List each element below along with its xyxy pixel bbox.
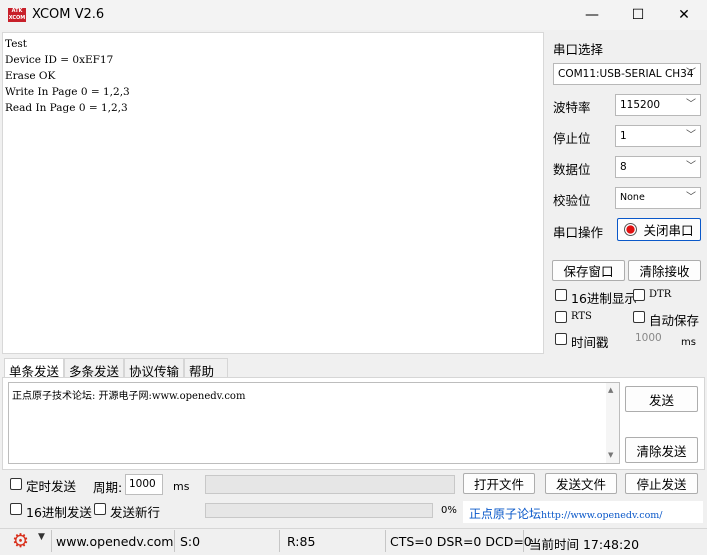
status-separator <box>174 530 175 552</box>
tab-protocol[interactable]: 协议传输 <box>124 358 185 379</box>
hex-display-checkbox[interactable] <box>555 289 567 301</box>
scroll-down-icon[interactable]: ▼ <box>608 451 613 459</box>
close-window-button[interactable]: ✕ <box>661 0 707 30</box>
tab-multi-send[interactable]: 多条发送 <box>64 358 125 379</box>
timestamp-input[interactable]: 1000 <box>629 329 677 349</box>
window-title: XCOM V2.6 <box>32 7 105 22</box>
timestamp-checkbox[interactable] <box>555 333 567 345</box>
period-input[interactable]: 1000 <box>125 474 163 495</box>
app-logo: ATK XCOM <box>8 8 26 22</box>
status-website[interactable]: www.openedv.com <box>56 534 173 549</box>
chevron-down-icon: ﹀ <box>686 161 696 172</box>
close-port-label: 关闭串口 <box>643 223 694 238</box>
timed-send-checkbox[interactable] <box>10 478 22 490</box>
chevron-down-icon: ﹀ <box>686 68 696 79</box>
chevron-down-icon: ﹀ <box>686 130 696 141</box>
stopbits-select-value: 1 <box>620 130 627 142</box>
clear-send-button[interactable]: 清除发送 <box>625 437 698 463</box>
send-input-bar <box>205 475 455 494</box>
record-icon <box>624 223 638 236</box>
parity-label: 校验位 <box>553 193 591 208</box>
baud-label: 波特率 <box>553 100 591 115</box>
status-separator <box>523 530 524 552</box>
stopbits-label: 停止位 <box>553 131 591 146</box>
status-lines: CTS=0 DSR=0 DCD=0 <box>390 534 532 549</box>
status-sent-count: S:0 <box>180 534 201 549</box>
timestamp-label: 时间戳 <box>571 335 609 350</box>
dropdown-arrow-icon[interactable]: ▼ <box>38 532 45 542</box>
timestamp-unit: ms <box>681 337 696 348</box>
forum-link[interactable]: 正点原子论坛http://www.openedv.com/ <box>463 501 703 523</box>
dtr-checkbox[interactable] <box>633 289 645 301</box>
forum-url: http://www.openedv.com/ <box>541 510 663 521</box>
auto-save-label: 自动保存 <box>649 313 700 328</box>
timed-send-label: 定时发送 <box>26 479 77 494</box>
hex-display-label: 16进制显示 <box>571 291 637 306</box>
send-button[interactable]: 发送 <box>625 386 698 412</box>
period-unit: ms <box>173 480 190 493</box>
databits-select[interactable]: 8 ﹀ <box>615 156 701 178</box>
maximize-button[interactable]: ☐ <box>615 0 661 30</box>
open-file-button[interactable]: 打开文件 <box>463 473 535 494</box>
parity-select[interactable]: None ﹀ <box>615 187 701 209</box>
baud-select[interactable]: 115200 ﹀ <box>615 94 701 116</box>
clear-receive-button[interactable]: 清除接收 <box>628 260 701 281</box>
status-separator <box>279 530 280 552</box>
port-select[interactable]: COM11:USB-SERIAL CH34 ﹀ <box>553 63 701 85</box>
close-port-button[interactable]: 关闭串口 <box>617 218 701 241</box>
receive-textarea[interactable]: Test Device ID = 0xEF17 Erase OK Write I… <box>2 32 544 354</box>
status-separator <box>385 530 386 552</box>
dtr-label: DTR <box>649 289 672 300</box>
baud-select-value: 115200 <box>620 99 661 111</box>
hex-send-label: 16进制发送 <box>26 505 92 520</box>
port-select-label: 串口选择 <box>553 42 604 57</box>
rts-label: RTS <box>571 311 592 322</box>
period-label: 周期: <box>93 480 123 495</box>
forum-label: 正点原子论坛 <box>469 507 542 521</box>
auto-save-checkbox[interactable] <box>633 311 645 323</box>
status-time: 当前时间 17:48:20 <box>529 537 640 552</box>
operation-label: 串口操作 <box>553 225 604 240</box>
stop-send-button[interactable]: 停止发送 <box>625 473 698 494</box>
hex-send-checkbox[interactable] <box>10 503 22 515</box>
send-progress-bar <box>205 503 433 518</box>
send-textarea[interactable]: 正点原子技术论坛: 开源电子网:www.openedv.com <box>8 382 620 464</box>
rts-checkbox[interactable] <box>555 311 567 323</box>
scroll-up-icon[interactable]: ▲ <box>608 386 613 394</box>
minimize-button[interactable]: — <box>569 0 615 30</box>
parity-select-value: None <box>620 192 645 203</box>
databits-select-value: 8 <box>620 161 627 173</box>
send-newline-checkbox[interactable] <box>94 503 106 515</box>
status-received-count: R:85 <box>287 534 316 549</box>
port-select-value: COM11:USB-SERIAL CH34 <box>558 68 694 80</box>
tab-help[interactable]: 帮助 <box>184 358 228 379</box>
status-separator <box>51 530 52 552</box>
save-window-button[interactable]: 保存窗口 <box>552 260 625 281</box>
send-file-button[interactable]: 发送文件 <box>545 473 617 494</box>
gear-icon[interactable]: ⚙ <box>12 531 32 551</box>
chevron-down-icon: ﹀ <box>686 99 696 110</box>
databits-label: 数据位 <box>553 162 591 177</box>
send-scrollbar[interactable]: ▲ ▼ <box>606 383 619 463</box>
stopbits-select[interactable]: 1 ﹀ <box>615 125 701 147</box>
tab-single-send[interactable]: 单条发送 <box>4 358 65 379</box>
send-progress-text: 0% <box>441 505 457 516</box>
send-newline-label: 发送新行 <box>110 505 161 520</box>
chevron-down-icon: ﹀ <box>686 192 696 203</box>
